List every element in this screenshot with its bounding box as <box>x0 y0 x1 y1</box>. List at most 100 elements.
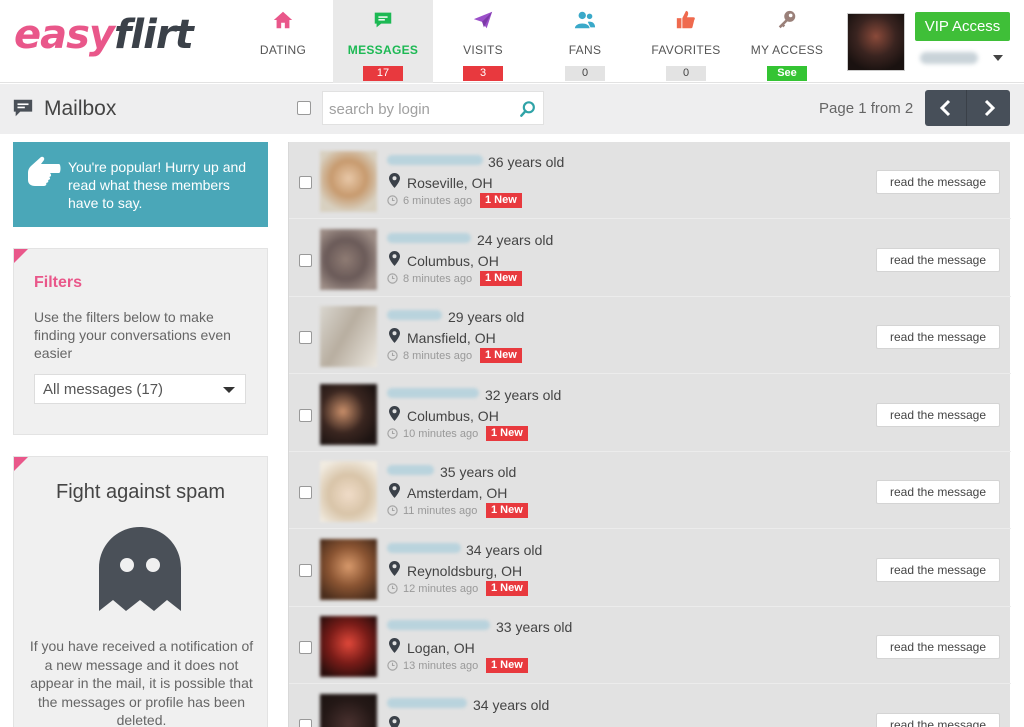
thumbs-up-icon <box>676 10 695 29</box>
username-blurred[interactable] <box>387 310 442 320</box>
row-checkbox[interactable] <box>299 641 312 654</box>
profile-photo[interactable] <box>320 306 377 367</box>
search-input[interactable] <box>329 99 509 119</box>
list-item[interactable]: 35 years old Amsterdam, OH 11 minutes ag… <box>289 452 1011 529</box>
member-age: 34 years old <box>466 541 543 558</box>
read-message-button[interactable]: read the message <box>876 557 1000 582</box>
location-pin-icon <box>389 560 400 576</box>
location-pin-icon <box>389 250 400 266</box>
popular-banner: You're popular! Hurry up and read what t… <box>13 142 268 227</box>
read-message-button[interactable]: read the message <box>876 635 1000 659</box>
nav-fans-label: FANS <box>568 43 602 57</box>
member-age: 32 years old <box>485 386 562 403</box>
key-icon <box>778 10 796 29</box>
location-pin-icon <box>389 715 400 727</box>
read-message-button[interactable]: read the message <box>876 170 1000 194</box>
read-message-button[interactable]: read the message <box>876 480 1000 504</box>
username-blurred[interactable] <box>387 697 467 708</box>
profile-photo[interactable] <box>320 616 377 677</box>
nav-messages[interactable]: MESSAGES 17 <box>333 0 433 83</box>
logo-flirt: flirt <box>114 12 194 58</box>
page-title: Mailbox <box>44 97 117 120</box>
message-time: 13 minutes ago <box>403 660 479 672</box>
home-icon <box>273 11 293 29</box>
corner-decoration <box>14 457 28 471</box>
username-blurred[interactable] <box>387 542 461 553</box>
nav-visits-label: VISITS <box>463 43 503 57</box>
list-item[interactable]: 29 years old Mansfield, OH 8 minutes ago… <box>289 297 1011 374</box>
profile-photo[interactable] <box>320 228 377 290</box>
username-blurred[interactable] <box>387 155 483 165</box>
read-message-button[interactable]: read the message <box>876 402 1000 427</box>
clock-icon <box>387 505 398 516</box>
message-time: 12 minutes ago <box>403 582 479 595</box>
username-blurred[interactable] <box>387 620 490 630</box>
nav-messages-label: MESSAGES <box>347 43 419 57</box>
caret-down-icon <box>223 387 235 393</box>
message-time: 8 minutes ago <box>403 272 473 285</box>
nav-dating[interactable]: DATING <box>233 0 333 83</box>
row-checkbox[interactable] <box>299 176 312 189</box>
username-blurred[interactable] <box>920 52 978 64</box>
site-logo[interactable]: easyflirt <box>14 12 194 58</box>
nav-favorites[interactable]: FAVORITES 0 <box>636 0 736 83</box>
new-message-badge: 1 New <box>480 270 522 286</box>
select-all-checkbox[interactable] <box>297 101 311 115</box>
previous-page-button[interactable] <box>925 90 967 126</box>
profile-photo[interactable] <box>320 383 377 445</box>
list-item[interactable]: 34 years old read the message <box>289 685 1011 727</box>
logo-easy: easy <box>14 12 115 58</box>
message-filter-select[interactable]: All messages (17) <box>34 374 246 404</box>
user-menu-chevron-down-icon[interactable] <box>993 55 1003 61</box>
pointing-hand-icon <box>28 156 61 186</box>
nav-fans[interactable]: FANS 0 <box>535 0 635 83</box>
visits-count-badge: 3 <box>463 66 503 81</box>
read-message-button[interactable]: read the message <box>876 247 1000 272</box>
list-item[interactable]: 33 years old Logan, OH 13 minutes ago 1 … <box>289 607 1011 684</box>
list-item[interactable]: 36 years old Roseville, OH 6 minutes ago… <box>289 142 1011 219</box>
member-age: 34 years old <box>473 696 550 713</box>
list-item[interactable]: 24 years old Columbus, OH 8 minutes ago … <box>289 220 1011 297</box>
profile-photo[interactable] <box>320 538 377 600</box>
favorites-count-badge: 0 <box>666 66 706 81</box>
vip-access-button[interactable]: VIP Access <box>915 12 1010 41</box>
search-icon[interactable] <box>518 99 538 119</box>
username-blurred[interactable] <box>387 465 434 475</box>
location-pin-icon <box>389 405 400 421</box>
message-list: 36 years old Roseville, OH 6 minutes ago… <box>288 142 1011 727</box>
username-blurred[interactable] <box>387 232 471 243</box>
row-checkbox[interactable] <box>299 331 312 344</box>
spam-title: Fight against spam <box>56 481 225 503</box>
clock-icon <box>387 350 398 361</box>
row-checkbox[interactable] <box>299 718 312 727</box>
message-time: 8 minutes ago <box>403 350 473 362</box>
row-checkbox[interactable] <box>299 563 312 577</box>
nav-my-access[interactable]: MY ACCESS See <box>737 0 837 83</box>
member-age: 24 years old <box>477 231 554 248</box>
location-pin-icon <box>389 638 400 653</box>
new-message-badge: 1 New <box>486 658 528 673</box>
profile-photo[interactable] <box>320 693 377 727</box>
message-time: 6 minutes ago <box>403 195 473 207</box>
nav-visits[interactable]: VISITS 3 <box>433 0 533 83</box>
username-blurred[interactable] <box>387 387 479 398</box>
next-page-button[interactable] <box>968 90 1010 126</box>
row-checkbox[interactable] <box>299 408 312 422</box>
popular-banner-text: You're popular! Hurry up and read what t… <box>68 159 247 211</box>
list-item[interactable]: 34 years old Reynoldsburg, OH 12 minutes… <box>289 530 1011 607</box>
new-message-badge: 1 New <box>486 580 528 596</box>
member-city: Roseville, OH <box>407 175 493 191</box>
list-item[interactable]: 32 years old Columbus, OH 10 minutes ago… <box>289 375 1011 452</box>
profile-photo[interactable] <box>320 461 377 522</box>
location-pin-icon <box>389 173 400 188</box>
read-message-button[interactable]: read the message <box>876 712 1000 727</box>
location-pin-icon <box>389 328 400 343</box>
users-icon <box>574 11 596 29</box>
read-message-button[interactable]: read the message <box>876 325 1000 349</box>
pagination <box>925 90 1010 126</box>
profile-photo[interactable] <box>320 151 377 212</box>
row-checkbox[interactable] <box>299 486 312 499</box>
row-checkbox[interactable] <box>299 253 312 267</box>
message-time: 10 minutes ago <box>403 427 479 440</box>
user-avatar[interactable] <box>847 13 905 71</box>
